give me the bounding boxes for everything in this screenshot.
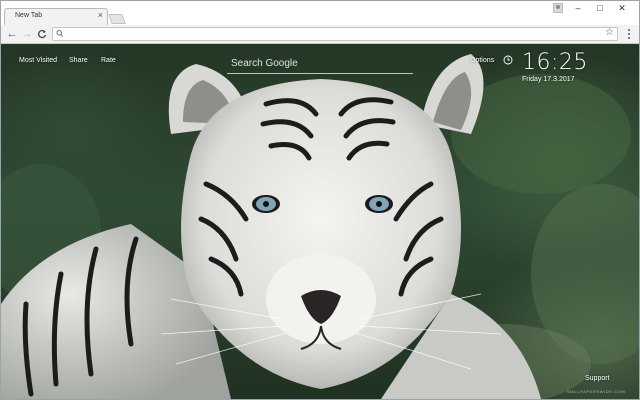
title-bar: New Tab × – □ ✕ (0, 0, 640, 25)
new-tab-button[interactable] (108, 14, 126, 24)
rate-link[interactable]: Rate (101, 57, 116, 64)
most-visited-link[interactable]: Most Visited (19, 57, 57, 64)
back-button[interactable]: ← (6, 27, 18, 41)
star-icon[interactable]: ☆ (605, 27, 614, 38)
clock-icon[interactable] (503, 55, 513, 65)
tab-close-icon[interactable]: × (98, 10, 103, 20)
reload-icon (38, 29, 47, 39)
close-window-button[interactable]: ✕ (613, 2, 631, 14)
options-link[interactable]: Options (470, 57, 494, 64)
clock-date: Friday 17.3.2017 (522, 76, 575, 83)
watermark-text: WALLPAPERSWIDE.COM (567, 389, 626, 394)
tab-title: New Tab (15, 12, 43, 19)
address-bar[interactable]: ☆ (52, 27, 618, 41)
search-icon (56, 30, 64, 37)
reload-button[interactable] (36, 27, 48, 41)
maximize-button[interactable]: □ (591, 2, 609, 14)
tiger-wallpaper (1, 54, 639, 399)
menu-icon[interactable] (626, 28, 632, 40)
profile-icon[interactable] (553, 3, 563, 13)
new-tab-page: Most Visited Share Rate Options 16:25 Fr… (1, 44, 639, 399)
search-box (227, 54, 413, 74)
share-link[interactable]: Share (69, 57, 88, 64)
minimize-button[interactable]: – (569, 2, 587, 14)
forward-button[interactable]: → (21, 27, 33, 41)
browser-toolbar: ← → ☆ (0, 25, 640, 44)
clock-time: 16:25 (522, 50, 588, 75)
search-input[interactable] (231, 56, 409, 70)
support-link[interactable]: Support (585, 375, 610, 382)
tab-new-tab[interactable]: New Tab × (4, 8, 108, 25)
